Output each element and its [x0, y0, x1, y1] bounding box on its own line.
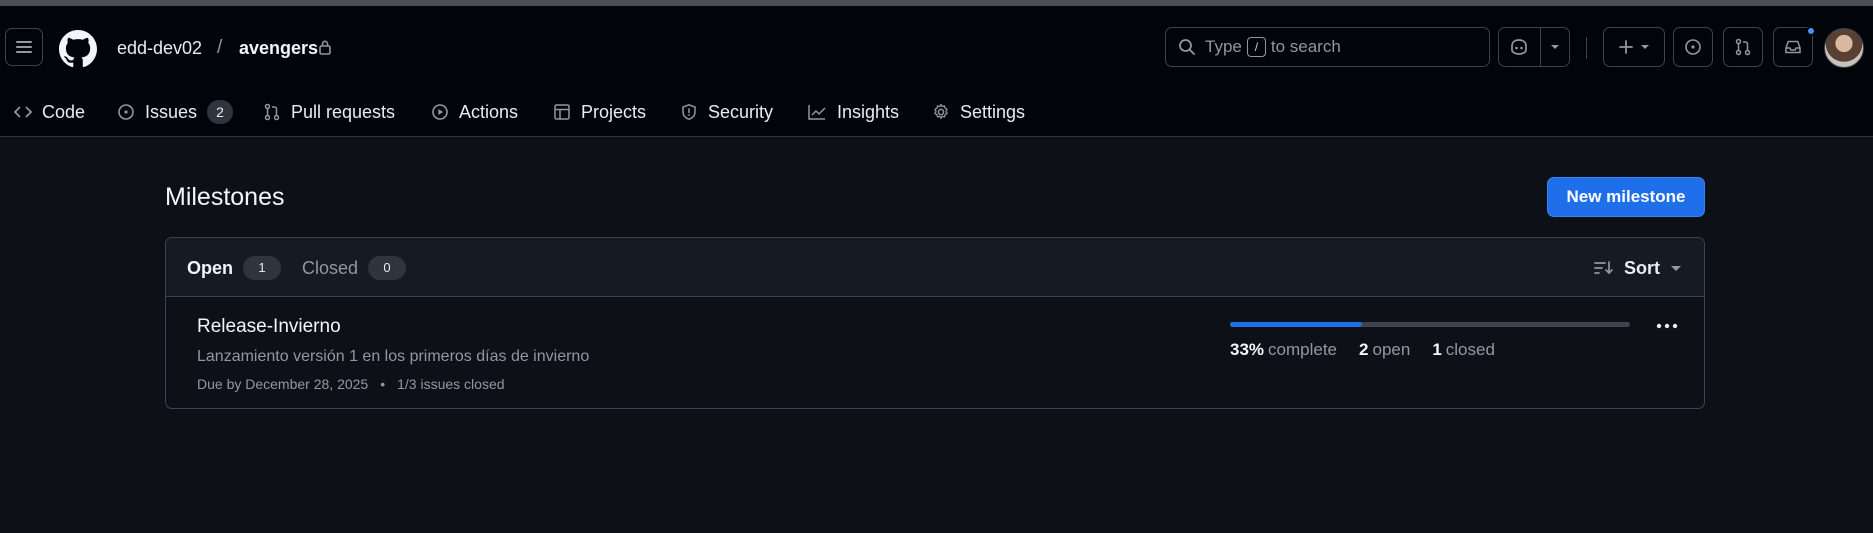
breadcrumb-repo[interactable]: avengers [239, 38, 318, 59]
open-count-badge: 1 [243, 256, 282, 280]
kebab-horizontal-icon [1656, 323, 1678, 329]
tab-security[interactable]: Security [680, 94, 773, 130]
milestones-list-header: Open 1 Closed 0 Sort [166, 238, 1704, 297]
table-icon [554, 104, 570, 120]
new-milestone-button[interactable]: New milestone [1547, 177, 1705, 217]
play-icon [432, 104, 448, 120]
chevron-down-icon [1671, 265, 1681, 271]
search-icon [1179, 39, 1195, 55]
open-label: open [1372, 340, 1411, 359]
your-pull-requests-button[interactable] [1723, 27, 1763, 67]
chevron-down-icon [1550, 45, 1559, 49]
filter-closed[interactable]: Closed 0 [302, 255, 407, 281]
filter-open[interactable]: Open 1 [187, 255, 282, 281]
tab-label: Actions [459, 101, 519, 122]
tab-issues[interactable]: Issues 2 [117, 94, 234, 130]
issues-count-badge: 2 [207, 100, 234, 124]
tab-label: Projects [581, 101, 647, 122]
milestone-stats: 33% complete 2 open 1 closed [1230, 340, 1495, 360]
sort-dropdown[interactable]: Sort [1594, 254, 1682, 282]
stat-open[interactable]: 2 open [1359, 340, 1410, 360]
search-placeholder-suffix: to search [1270, 37, 1341, 56]
milestone-progress-bar [1230, 322, 1630, 327]
repo-tabs: Code Issues 2 Pull requests Actions Proj… [0, 88, 1873, 136]
create-new-button[interactable] [1603, 27, 1665, 67]
global-nav: edd-dev02 / avengers Type / to search [0, 6, 1873, 88]
nav-divider [1586, 37, 1587, 59]
hamburger-icon [16, 41, 32, 53]
tab-label: Code [42, 101, 86, 122]
milestone-meta: Due by December 28, 2025 • 1/3 issues cl… [197, 376, 505, 392]
milestones-list: Open 1 Closed 0 Sort Release-Invierno La… [165, 237, 1705, 409]
breadcrumb-owner[interactable]: edd-dev02 [117, 38, 202, 59]
plus-icon [1619, 40, 1633, 54]
menu-button[interactable] [5, 28, 43, 66]
search-shortcut-key: / [1246, 37, 1266, 57]
closed-label: closed [1445, 340, 1495, 359]
percent-label: complete [1268, 340, 1338, 359]
git-pull-request-icon [1735, 38, 1751, 56]
graph-icon [808, 105, 826, 120]
open-value: 2 [1359, 340, 1369, 359]
code-icon [14, 106, 32, 118]
milestone-description: Lanzamiento versión 1 en los primeros dí… [197, 348, 590, 365]
copilot-icon [1511, 39, 1528, 55]
tab-label: Issues [145, 101, 198, 122]
issue-opened-icon [1685, 39, 1701, 55]
tab-pull-requests[interactable]: Pull requests [263, 94, 395, 130]
closed-value: 1 [1432, 340, 1442, 359]
milestone-title-link[interactable]: Release-Invierno [197, 316, 341, 338]
gear-icon [934, 103, 948, 119]
stat-closed[interactable]: 1 closed [1432, 340, 1495, 360]
sort-desc-icon [1594, 261, 1613, 275]
your-issues-button[interactable] [1673, 27, 1713, 67]
milestone-more-button[interactable] [1650, 312, 1684, 340]
issue-opened-icon [118, 104, 134, 120]
closed-count-badge: 0 [368, 256, 407, 280]
copilot-button[interactable] [1499, 28, 1541, 66]
filter-closed-label: Closed [302, 257, 359, 278]
git-pull-request-icon [264, 103, 280, 121]
notification-indicator [1806, 26, 1816, 36]
filter-open-label: Open [187, 257, 234, 278]
milestone-progress-fill [1230, 322, 1362, 327]
copilot-button-group [1498, 27, 1570, 67]
avatar[interactable] [1824, 28, 1864, 68]
tab-label: Insights [837, 101, 900, 122]
breadcrumb-separator: / [217, 37, 223, 58]
tab-projects[interactable]: Projects [553, 94, 646, 130]
milestone-due-date: Due by December 28, 2025 [197, 376, 369, 392]
search-placeholder-prefix: Type [1205, 37, 1242, 56]
milestone-issues-closed: 1/3 issues closed [397, 376, 505, 392]
tab-label: Security [708, 101, 774, 122]
chevron-down-icon [1641, 45, 1649, 49]
meta-bullet: • [380, 376, 386, 392]
tab-code[interactable]: Code [14, 94, 85, 130]
github-logo-icon[interactable] [59, 30, 97, 68]
sort-label: Sort [1624, 257, 1660, 278]
repo-header: edd-dev02 / avengers Type / to search Co… [0, 6, 1873, 137]
shield-icon [682, 104, 696, 120]
copilot-menu-button[interactable] [1541, 28, 1569, 66]
page-title: Milestones [165, 183, 285, 211]
tab-label: Settings [960, 101, 1026, 122]
search-input[interactable]: Type / to search [1165, 27, 1490, 67]
tab-label: Pull requests [291, 101, 396, 122]
lock-icon [319, 40, 331, 55]
percent-value: 33% [1230, 340, 1265, 359]
tab-insights[interactable]: Insights [807, 94, 899, 130]
tab-settings[interactable]: Settings [932, 94, 1025, 130]
inbox-icon [1785, 40, 1801, 54]
stat-complete: 33% complete [1230, 340, 1337, 360]
tab-actions[interactable]: Actions [431, 94, 518, 130]
